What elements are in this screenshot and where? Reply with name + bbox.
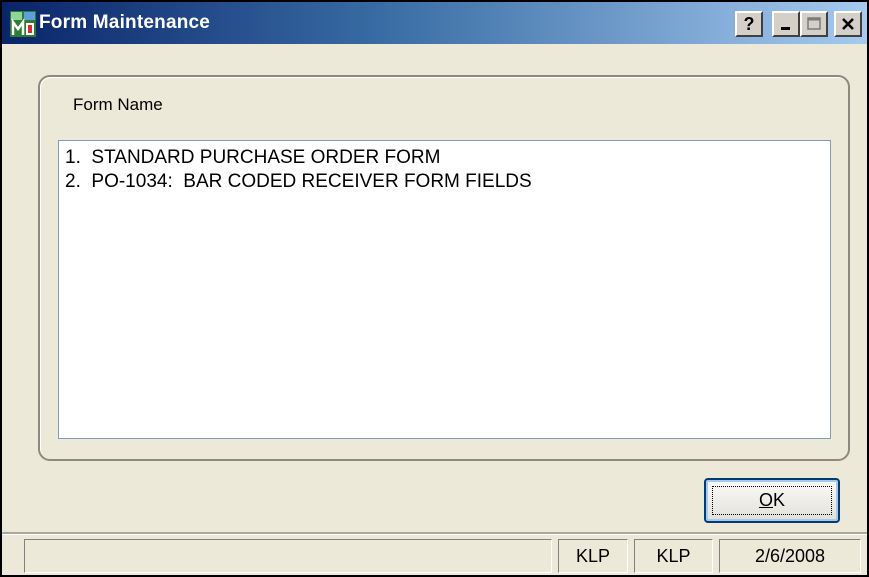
list-item[interactable]: 2. PO-1034: BAR CODED RECEIVER FORM FIEL… xyxy=(65,171,532,193)
close-button[interactable] xyxy=(834,11,862,37)
statusbar-separator xyxy=(2,532,867,535)
help-icon: ? xyxy=(743,13,755,34)
window-title: Form Maintenance xyxy=(39,12,211,33)
help-button[interactable]: ? xyxy=(735,11,763,37)
statusbar-message-panel xyxy=(24,539,552,573)
form-name-label: Form Name xyxy=(73,95,163,114)
maximize-button[interactable] xyxy=(800,11,828,37)
title-bar[interactable]: Form Maintenance ? xyxy=(2,2,867,44)
ok-button[interactable]: OK xyxy=(704,478,840,523)
statusbar-user-panel: KLP xyxy=(558,539,628,573)
statusbar-date-panel: 2/6/2008 xyxy=(719,539,861,573)
maximize-icon xyxy=(807,17,821,30)
statusbar-company-panel: KLP xyxy=(634,539,713,573)
minimize-icon xyxy=(781,27,790,30)
form-name-listbox[interactable]: 1. STANDARD PURCHASE ORDER FORM 2. PO-10… xyxy=(58,140,831,439)
minimize-button[interactable] xyxy=(772,11,800,37)
close-icon xyxy=(842,18,854,30)
app-icon xyxy=(10,11,36,37)
list-item[interactable]: 1. STANDARD PURCHASE ORDER FORM xyxy=(65,147,440,169)
form-maintenance-window: Form Maintenance ? Form Name 1. STANDARD… xyxy=(0,0,869,577)
focus-rectangle xyxy=(712,486,832,515)
